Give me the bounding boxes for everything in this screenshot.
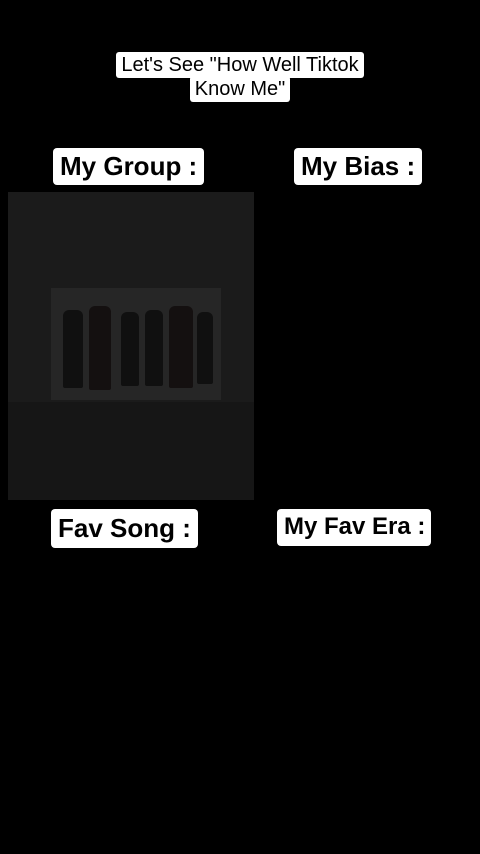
dancer-figure	[169, 306, 193, 388]
group-video-thumbnail[interactable]	[8, 192, 254, 500]
fav-song-label: Fav Song :	[51, 509, 198, 548]
my-group-label: My Group :	[53, 148, 205, 185]
my-fav-era-label: My Fav Era :	[277, 509, 432, 546]
title-caption: Let's See "How Well Tiktok Know Me"	[100, 52, 380, 102]
dancer-figure	[145, 310, 163, 386]
video-stage	[51, 288, 221, 400]
dancer-figure	[89, 306, 111, 390]
dancer-figure	[121, 312, 139, 386]
title-line-2: Know Me"	[189, 76, 291, 102]
my-bias-label: My Bias :	[294, 148, 423, 185]
dancer-figure	[63, 310, 83, 388]
dancer-figure	[197, 312, 213, 384]
title-line-1: Let's See "How Well Tiktok	[116, 52, 364, 78]
video-floor	[8, 402, 254, 500]
